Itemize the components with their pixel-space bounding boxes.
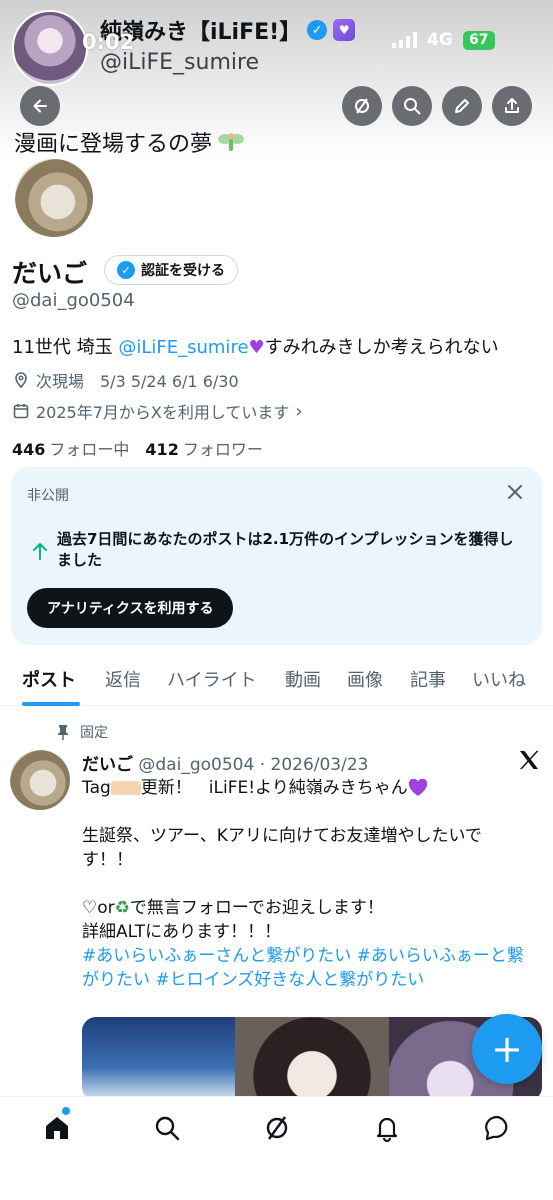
following-link[interactable]: 446 フォロー中: [12, 436, 129, 460]
post-header: だいご @dai_go0504 · 2026/03/23: [82, 750, 369, 775]
verified-badge-icon: ✓: [307, 20, 328, 40]
purple-heart-icon: [408, 779, 427, 796]
joined-text: 2025年7月からXを利用しています: [36, 403, 290, 422]
post-avatar[interactable]: [10, 750, 70, 810]
x-logo-icon[interactable]: [517, 748, 541, 772]
post-line-3a: ♡or: [82, 898, 115, 918]
search-icon: [404, 98, 421, 115]
tab-posts[interactable]: ポスト: [22, 666, 76, 692]
post-line-4: 詳細ALTにあります！！！: [82, 922, 282, 942]
followers-label: フォロワー: [182, 440, 263, 459]
impressions-text: 過去7日間にあなたのポストは2.1万件のインプレッションを獲得しました: [57, 530, 514, 569]
get-verified-button[interactable]: ✓ 認証を受ける: [104, 255, 238, 285]
status-time: 0:02: [82, 30, 135, 54]
post-line-2: 生誕祭、ツアー、Kアリに向けてお友達増やしたいです！！: [82, 826, 482, 870]
active-tab-indicator: [22, 702, 80, 706]
affiliate-badge-icon: ♥: [333, 19, 356, 41]
share-button[interactable]: [492, 86, 532, 126]
network-type: 4G: [427, 30, 453, 50]
profile-tabs: ポスト 返信 ハイライト 動画 画像 記事 いいね: [0, 650, 553, 706]
post-hashtags[interactable]: #あいらいふぁーさんと繋がりたい #あいらいふぁーと繋がりたい #ヒロインズ好き…: [82, 944, 532, 992]
pencil-icon: [455, 99, 469, 113]
post-author[interactable]: だいご: [82, 755, 133, 775]
signal-icon: [392, 32, 417, 48]
post-image-1[interactable]: [82, 1017, 236, 1101]
search-icon[interactable]: [152, 1113, 182, 1143]
status-indicators: 4G 67: [392, 30, 495, 50]
bell-icon[interactable]: [372, 1113, 402, 1143]
get-verified-label: 認証を受ける: [141, 263, 225, 279]
location-row: 次現場 5/3 5/24 6/1 6/30: [12, 368, 239, 392]
share-icon: [505, 98, 519, 113]
post-line-3: ♡or♻で無言フォローでお迎えします！: [82, 896, 532, 920]
post-line-3b: で無言フォローでお迎えします！: [129, 898, 384, 918]
tag-emoji-icon: [110, 781, 141, 795]
search-button[interactable]: [392, 86, 432, 126]
following-label: フォロー中: [49, 440, 130, 459]
tab-likes[interactable]: いいね: [472, 666, 526, 692]
profile-handle: @dai_go0504: [12, 290, 135, 311]
bio-prefix: 11世代 埼玉: [12, 337, 119, 358]
pinned-label: 固定: [80, 725, 108, 741]
private-label: 非公開: [27, 488, 69, 504]
recycle-icon: ♻: [114, 898, 130, 918]
post-line-1b: 更新！ iLiFE!より純嶺みきちゃん: [140, 778, 408, 798]
tab-highlights[interactable]: ハイライト: [167, 666, 257, 692]
tab-images[interactable]: 画像: [347, 666, 383, 692]
post-handle-date: @dai_go0504 · 2026/03/23: [138, 755, 369, 775]
tab-videos[interactable]: 動画: [285, 666, 321, 692]
fairy-icon: [218, 133, 245, 151]
post-line-1a: Tag: [82, 778, 111, 798]
messages-icon[interactable]: [482, 1113, 512, 1143]
banner-title: 漫画に登場するの夢: [14, 126, 246, 158]
banner-name-row: 純嶺みき【iLiFE!】 ✓ ♥: [100, 14, 356, 46]
grok-icon[interactable]: [262, 1113, 292, 1143]
joined-row[interactable]: 2025年7月からXを利用しています ›: [12, 399, 303, 423]
calendar-icon: [13, 404, 29, 419]
location-pin-icon: [15, 372, 27, 389]
arrow-left-icon: [33, 99, 47, 113]
followers-count: 412: [145, 440, 179, 459]
analytics-button[interactable]: アナリティクスを利用する: [27, 588, 234, 628]
purple-heart-icon: ♥: [248, 337, 265, 358]
arrow-up-icon: [33, 543, 47, 560]
plus-icon: +: [491, 1027, 523, 1071]
home-notification-dot: [62, 1107, 70, 1115]
pin-icon: [58, 725, 68, 740]
followers-link[interactable]: 412 フォロワー: [145, 436, 262, 460]
chevron-right-icon: ›: [295, 400, 303, 422]
bottom-nav: [0, 1096, 553, 1200]
back-button[interactable]: [20, 86, 60, 126]
compose-button[interactable]: +: [472, 1014, 542, 1084]
location-text: 次現場 5/3 5/24 6/1 6/30: [36, 372, 239, 391]
profile-avatar[interactable]: [12, 156, 96, 240]
analytics-card: 非公開 過去7日間にあなたのポストは2.1万件のインプレッションを獲得しました …: [11, 467, 542, 645]
grok-button[interactable]: [342, 86, 382, 126]
close-icon[interactable]: [504, 481, 526, 503]
pinned-indicator: 固定: [56, 722, 108, 742]
profile-bio: 11世代 埼玉 @iLiFE_sumire♥すみれみきしか考えられない: [12, 333, 499, 359]
profile-name: だいご: [12, 259, 88, 288]
tab-replies[interactable]: 返信: [105, 666, 141, 692]
post-body: Tag 更新！ iLiFE!より純嶺みきちゃん 生誕祭、ツアー、Kアリに向けてお友…: [82, 776, 532, 992]
home-icon[interactable]: [42, 1113, 72, 1143]
post-image-2[interactable]: [235, 1017, 389, 1101]
banner-avatar[interactable]: [12, 10, 88, 86]
banner-title-text: 漫画に登場するの夢: [14, 132, 213, 157]
battery-icon: 67: [462, 30, 495, 50]
grok-icon: [355, 98, 369, 114]
bio-mention-link[interactable]: @iLiFE_sumire: [118, 337, 248, 358]
edit-button[interactable]: [442, 86, 482, 126]
tab-articles[interactable]: 記事: [410, 666, 446, 692]
follow-stats: 446 フォロー中 412 フォロワー: [12, 436, 263, 460]
verified-badge-icon: ✓: [117, 261, 135, 279]
post-line-1: Tag 更新！ iLiFE!より純嶺みきちゃん: [82, 776, 532, 800]
bio-suffix: すみれみきしか考えられない: [264, 337, 499, 358]
following-count: 446: [12, 440, 46, 459]
